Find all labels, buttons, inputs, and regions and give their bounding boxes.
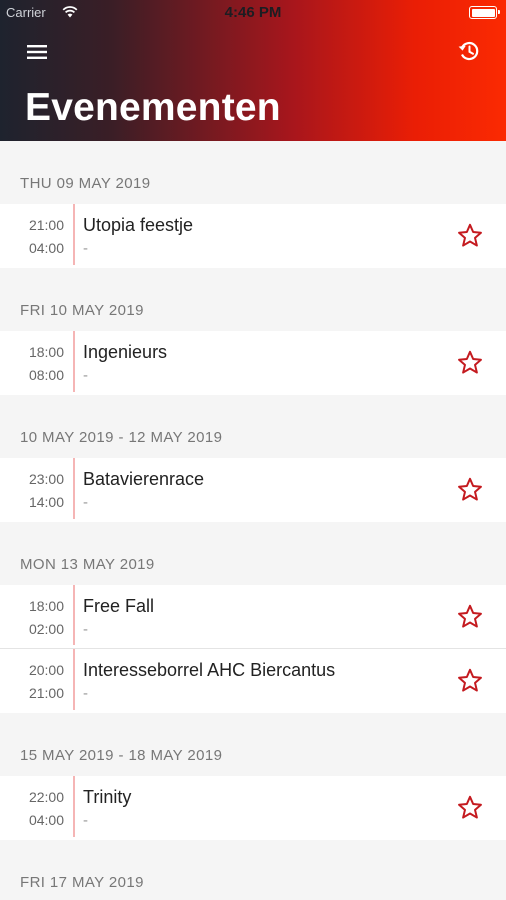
- event-end-time: 14:00: [28, 494, 64, 510]
- event-group: 21:00 04:00 Utopia feestje -: [0, 204, 506, 268]
- event-start-time: 20:00: [28, 662, 64, 678]
- event-end-time: 04:00: [28, 812, 64, 828]
- event-times: 18:00 08:00: [0, 341, 64, 387]
- history-button[interactable]: [456, 38, 482, 64]
- event-accent-bar: [73, 649, 75, 710]
- event-title: Utopia feestje: [83, 215, 194, 235]
- favorite-star-button[interactable]: [456, 349, 484, 377]
- event-subtitle: -: [83, 494, 88, 511]
- event-times: 21:00 04:00: [0, 214, 64, 260]
- event-row[interactable]: 20:00 21:00 Interesseborrel AHC Biercantus…: [0, 649, 506, 713]
- event-title: Batavierenrace: [83, 469, 205, 489]
- event-subtitle: -: [83, 240, 88, 257]
- event-group: 18:00 08:00 Ingenieurs -: [0, 331, 506, 395]
- event-title: Trinity: [83, 787, 132, 807]
- star-icon: [458, 604, 482, 628]
- event-start-time: 22:00: [28, 789, 64, 805]
- event-subtitle: -: [83, 367, 88, 384]
- star-icon: [458, 668, 482, 692]
- event-start-time: 23:00: [28, 471, 64, 487]
- event-accent-bar: [73, 458, 75, 519]
- section-date-header: FRI 10 MAY 2019: [20, 302, 144, 319]
- event-title: Free Fall: [83, 596, 155, 616]
- event-accent-bar: [73, 776, 75, 837]
- event-list: THU 09 MAY 2019 21:00 04:00 Utopia feestje -…: [0, 141, 506, 900]
- event-end-time: 02:00: [28, 621, 64, 637]
- event-end-time: 04:00: [28, 240, 64, 256]
- event-row[interactable]: 23:00 14:00 Batavierenrace -: [0, 458, 506, 522]
- menu-button[interactable]: [24, 40, 50, 64]
- event-accent-bar: [73, 331, 75, 392]
- star-icon: [458, 223, 482, 247]
- status-bar: Carrier 4:46 PM: [0, 0, 506, 26]
- favorite-star-button[interactable]: [456, 222, 484, 250]
- event-row[interactable]: 21:00 04:00 Utopia feestje -: [0, 204, 506, 268]
- section-date-header: THU 09 MAY 2019: [20, 175, 151, 192]
- app-header: Carrier 4:46 PM Evenementen: [0, 0, 506, 141]
- favorite-star-button[interactable]: [456, 794, 484, 822]
- section-date-header: MON 13 MAY 2019: [20, 556, 155, 573]
- event-title: Ingenieurs: [83, 342, 168, 362]
- favorite-star-button[interactable]: [456, 603, 484, 631]
- event-row[interactable]: 18:00 08:00 Ingenieurs -: [0, 331, 506, 395]
- event-start-time: 21:00: [28, 217, 64, 233]
- battery-icon: [469, 6, 500, 19]
- page-title: Evenementen: [25, 86, 281, 129]
- hamburger-menu-icon: [27, 45, 47, 59]
- star-icon: [458, 477, 482, 501]
- event-title: Interesseborrel AHC Biercantus: [83, 660, 336, 680]
- event-times: 22:00 04:00: [0, 786, 64, 832]
- favorite-star-button[interactable]: [456, 667, 484, 695]
- event-times: 18:00 02:00: [0, 595, 64, 641]
- event-end-time: 21:00: [28, 685, 64, 701]
- status-time: 4:46 PM: [224, 4, 282, 21]
- event-accent-bar: [73, 585, 75, 645]
- event-group: 23:00 14:00 Batavierenrace -: [0, 458, 506, 522]
- event-group: 22:00 04:00 Trinity -: [0, 776, 506, 840]
- event-start-time: 18:00: [28, 598, 64, 614]
- favorite-star-button[interactable]: [456, 476, 484, 504]
- history-icon: [458, 41, 479, 61]
- section-date-header: 10 MAY 2019 - 12 MAY 2019: [20, 429, 223, 446]
- event-row[interactable]: 22:00 04:00 Trinity -: [0, 776, 506, 840]
- event-times: 23:00 14:00: [0, 468, 64, 514]
- star-icon: [458, 795, 482, 819]
- section-date-header: 15 MAY 2019 - 18 MAY 2019: [20, 747, 223, 764]
- section-date-header: FRI 17 MAY 2019: [20, 874, 144, 891]
- event-accent-bar: [73, 204, 75, 265]
- event-subtitle: -: [83, 621, 88, 638]
- event-group: 18:00 02:00 Free Fall - 20:00 21:00 Interesseb…: [0, 585, 506, 713]
- event-subtitle: -: [83, 812, 88, 829]
- event-end-time: 08:00: [28, 367, 64, 383]
- star-icon: [458, 350, 482, 374]
- event-subtitle: -: [83, 685, 88, 702]
- event-row[interactable]: 18:00 02:00 Free Fall -: [0, 585, 506, 649]
- event-start-time: 18:00: [28, 344, 64, 360]
- event-times: 20:00 21:00: [0, 659, 64, 705]
